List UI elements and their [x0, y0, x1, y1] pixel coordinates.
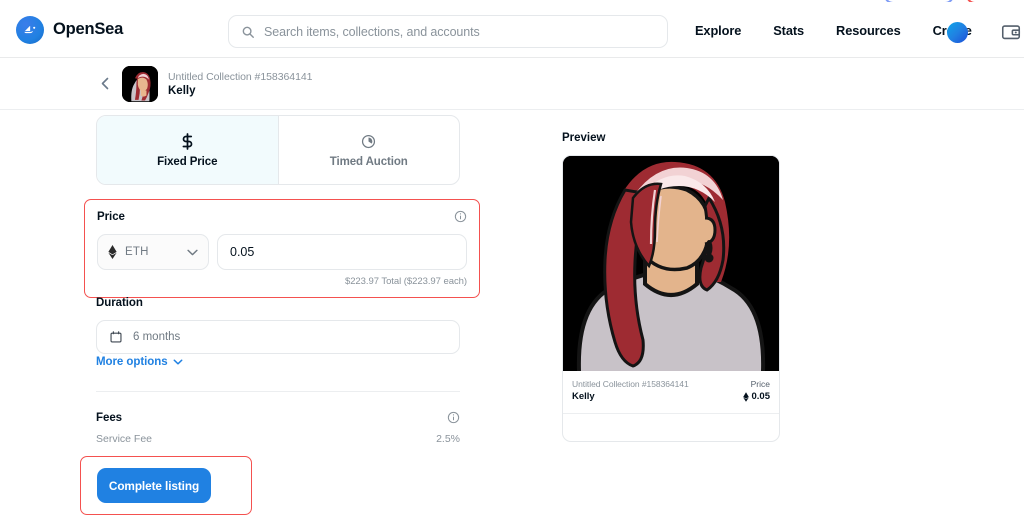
preview-panel: Preview Untitled Collection #158364141 P…: [562, 132, 782, 442]
item-name: Kelly: [168, 84, 196, 97]
tab-fixed-price-label: Fixed Price: [157, 155, 218, 168]
fees-label: Fees: [96, 411, 123, 424]
nft-thumbnail-icon[interactable]: [122, 65, 158, 102]
timer-clock-icon: [361, 133, 376, 150]
fee-value: 2.5%: [436, 433, 460, 445]
back-chevron-left-icon[interactable]: [101, 77, 113, 90]
duration-section: Duration 6 months: [96, 293, 460, 354]
site-header: OpenSea Search items, collections, and a…: [0, 2, 1024, 58]
item-breadcrumb-bar: Untitled Collection #158364141 Kelly: [0, 58, 1024, 110]
fees-header: Fees: [96, 411, 460, 424]
tab-fixed-price[interactable]: Fixed Price: [97, 116, 278, 184]
section-divider: [96, 391, 460, 392]
more-options-label: More options: [96, 356, 168, 368]
faceless-woman-red-hair-illustration-icon: [563, 156, 779, 371]
price-section-highlight: Price ETH 0.05 $223.97 Total ($223.97 ea…: [84, 199, 480, 298]
preview-price: 0.05: [742, 391, 771, 402]
price-amount-input[interactable]: 0.05: [217, 234, 467, 270]
preview-price-value: 0.05: [751, 391, 771, 402]
preview-card-footer: [563, 413, 779, 441]
currency-select[interactable]: ETH: [97, 234, 209, 270]
fees-info-circle-icon[interactable]: [447, 411, 460, 424]
currency-value: ETH: [125, 246, 149, 258]
listing-type-tabs: Fixed Price Timed Auction: [96, 115, 460, 185]
preview-price-label: Price: [750, 379, 770, 389]
search-input[interactable]: Search items, collections, and accounts: [228, 15, 668, 48]
fee-label: Service Fee: [96, 433, 153, 445]
price-input-row: ETH 0.05: [97, 234, 467, 270]
duration-label: Duration: [96, 297, 143, 309]
preview-card-info: Untitled Collection #158364141 Price Kel…: [563, 371, 779, 413]
search-placeholder: Search items, collections, and accounts: [264, 24, 480, 39]
preview-title: Preview: [562, 132, 606, 144]
item-meta: Untitled Collection #158364141 Kelly: [168, 70, 313, 98]
ethereum-diamond-icon: [742, 391, 749, 402]
opensea-ship-logo-icon: [16, 15, 44, 44]
nav-stats[interactable]: Stats: [757, 23, 820, 38]
price-label: Price: [97, 210, 125, 223]
dollar-sign-icon: [181, 132, 194, 150]
wallet-icon[interactable]: [1000, 21, 1022, 43]
calendar-icon: [109, 330, 123, 344]
price-info-circle-icon[interactable]: [454, 210, 467, 223]
duration-value: 6 months: [133, 331, 181, 343]
nav-resources[interactable]: Resources: [820, 23, 917, 38]
header-nav: Explore Stats Resources Create: [679, 2, 988, 58]
opensea-logo-link[interactable]: OpenSea: [16, 15, 124, 44]
complete-listing-highlight: Complete listing: [80, 456, 252, 515]
preview-card: Untitled Collection #158364141 Price Kel…: [562, 155, 780, 442]
opensea-listing-page: OpenSea Search items, collections, and a…: [0, 0, 1024, 522]
more-options-chevron-down-icon: [173, 359, 183, 365]
nav-explore[interactable]: Explore: [679, 23, 757, 38]
ethereum-diamond-icon: [108, 245, 117, 259]
more-options-toggle[interactable]: More options: [96, 356, 183, 368]
fees-section: Fees Service Fee 2.5%: [96, 411, 460, 446]
listing-form: Fixed Price Timed Auction Price ETH 0.05…: [80, 115, 480, 515]
currency-chevron-down-icon: [187, 249, 198, 256]
listing-content: Fixed Price Timed Auction Price ETH 0.05…: [0, 110, 1024, 522]
preview-collection-name: Untitled Collection #158364141: [572, 379, 689, 389]
fee-row-service-fee: Service Fee 2.5%: [96, 433, 460, 445]
item-collection-name: Untitled Collection #158364141: [168, 70, 313, 83]
duration-select[interactable]: 6 months: [96, 320, 460, 354]
complete-listing-button[interactable]: Complete listing: [97, 468, 211, 503]
price-amount-value: 0.05: [230, 245, 255, 259]
brand-name: OpenSea: [53, 20, 124, 38]
price-total-text: $223.97 Total ($223.97 each): [344, 276, 467, 287]
price-header: Price: [97, 210, 467, 223]
search-icon: [241, 25, 255, 39]
user-avatar-circle-icon[interactable]: [947, 22, 968, 43]
tab-timed-auction[interactable]: Timed Auction: [277, 116, 460, 184]
tab-timed-auction-label: Timed Auction: [329, 155, 408, 168]
preview-item-name: Kelly: [572, 391, 595, 402]
